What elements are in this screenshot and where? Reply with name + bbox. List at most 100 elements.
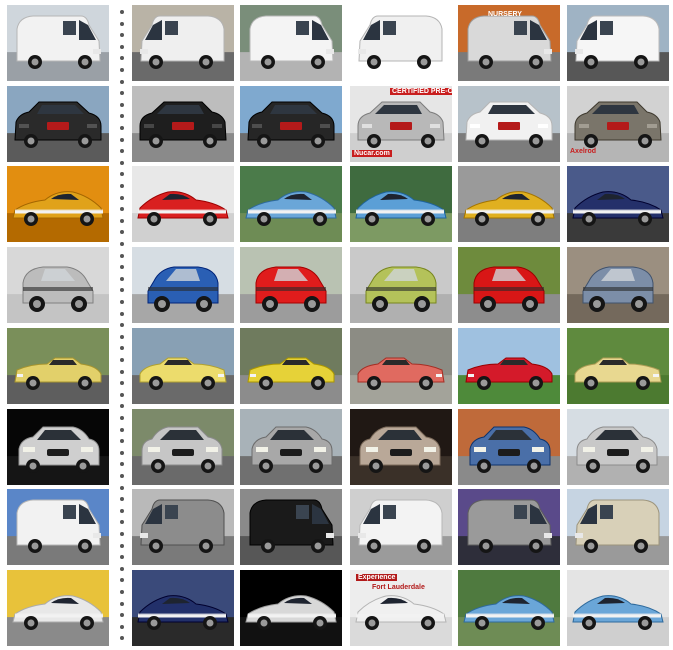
result-car-photo	[567, 570, 669, 646]
divider-dot	[120, 566, 124, 571]
divider-dot	[120, 56, 124, 61]
divider-dot	[120, 358, 124, 362]
result-car-photo	[458, 409, 560, 485]
query-car-photo	[7, 570, 109, 646]
retrieved-image[interactable]	[458, 86, 560, 162]
result-car-photo	[458, 86, 560, 162]
divider-dot	[120, 555, 124, 560]
retrieved-image[interactable]	[458, 247, 560, 323]
divider-dot	[120, 508, 124, 513]
query-image[interactable]	[7, 247, 109, 323]
divider-dot	[120, 578, 124, 583]
retrieved-image[interactable]: Nucar.com CERTIFIED PRE-OWNED	[350, 86, 452, 162]
retrieved-image[interactable]	[240, 489, 342, 565]
divider-dot	[120, 624, 124, 629]
retrieved-image[interactable]	[567, 328, 669, 404]
divider-dot	[120, 91, 124, 96]
query-image[interactable]	[7, 409, 109, 485]
result-car-photo	[240, 409, 342, 485]
retrieved-image[interactable]	[132, 5, 234, 81]
divider-dot	[120, 126, 124, 130]
query-image[interactable]	[7, 166, 109, 242]
divider-dot	[120, 450, 124, 455]
result-car-photo	[132, 328, 234, 404]
divider-dot	[120, 33, 124, 38]
divider-dot	[120, 543, 124, 548]
retrieved-image[interactable]	[567, 409, 669, 485]
retrieved-image[interactable]: Axelrod	[567, 86, 669, 162]
result-car-photo	[567, 489, 669, 565]
retrieved-image[interactable]	[350, 409, 452, 485]
query-image[interactable]	[7, 570, 109, 646]
result-row-mercedes-sprinter-van-2	[0, 489, 673, 569]
divider-dot	[120, 68, 124, 72]
retrieved-image[interactable]	[458, 570, 560, 646]
retrieved-image[interactable]: NURSERY	[458, 5, 560, 81]
retrieved-image[interactable]	[240, 409, 342, 485]
result-car-photo	[132, 86, 234, 162]
watermark-text: Nucar.com	[352, 150, 392, 157]
watermark-text: Experience	[356, 574, 398, 581]
query-image[interactable]	[7, 86, 109, 162]
retrieved-image[interactable]	[132, 409, 234, 485]
result-car-photo	[458, 489, 560, 565]
watermark-text: Fort Lauderdale	[372, 584, 425, 591]
query-divider	[119, 0, 125, 641]
divider-dot	[120, 369, 124, 374]
retrieved-image[interactable]	[132, 86, 234, 162]
retrieved-image[interactable]	[567, 166, 669, 242]
retrieved-image[interactable]	[350, 247, 452, 323]
retrieved-image[interactable]	[458, 328, 560, 404]
divider-dot	[120, 532, 124, 536]
divider-dot	[120, 311, 124, 316]
query-car-photo	[7, 166, 109, 242]
result-row-suzuki-swift-hatch	[0, 409, 673, 489]
retrieved-image[interactable]	[567, 570, 669, 646]
retrieved-image[interactable]	[567, 5, 669, 81]
divider-dot	[120, 114, 124, 119]
retrieved-image[interactable]	[132, 489, 234, 565]
result-car-photo	[567, 166, 669, 242]
watermark-text: CERTIFIED PRE-OWNED	[390, 88, 452, 95]
result-row-smart-fortwo-cabrio	[0, 247, 673, 327]
retrieved-image[interactable]	[240, 5, 342, 81]
result-car-photo	[240, 328, 342, 404]
retrieved-image[interactable]	[240, 86, 342, 162]
result-row-ford-gt-supercar	[0, 166, 673, 246]
retrieved-image[interactable]	[132, 247, 234, 323]
query-image[interactable]	[7, 489, 109, 565]
retrieved-image[interactable]	[458, 489, 560, 565]
retrieved-image[interactable]	[240, 570, 342, 646]
retrieved-image[interactable]	[350, 489, 452, 565]
result-row-gmc-terrain-suv: Nucar.com CERTIFIED PRE-OWNED Axelrod	[0, 86, 673, 166]
divider-dot	[120, 195, 124, 200]
divider-dot	[120, 207, 124, 212]
retrieved-image[interactable]	[350, 328, 452, 404]
result-car-photo	[240, 5, 342, 81]
query-image[interactable]	[7, 5, 109, 81]
retrieved-image[interactable]	[132, 166, 234, 242]
retrieved-image[interactable]	[567, 247, 669, 323]
retrieved-image[interactable]	[132, 328, 234, 404]
divider-dot	[120, 10, 124, 14]
result-car-photo	[132, 166, 234, 242]
retrieved-image[interactable]	[240, 328, 342, 404]
retrieved-image[interactable]	[350, 166, 452, 242]
retrieved-image[interactable]	[458, 409, 560, 485]
result-car-photo	[240, 166, 342, 242]
result-car-photo	[132, 570, 234, 646]
retrieved-image[interactable]	[350, 5, 452, 81]
divider-dot	[120, 265, 124, 270]
retrieved-image[interactable]	[132, 570, 234, 646]
divider-dot	[120, 613, 124, 618]
retrieved-image[interactable]	[567, 489, 669, 565]
retrieved-image[interactable]	[240, 247, 342, 323]
retrieved-image[interactable]	[458, 166, 560, 242]
retrieved-image[interactable]	[240, 166, 342, 242]
query-car-photo	[7, 409, 109, 485]
divider-dot	[120, 439, 124, 444]
divider-dot	[120, 601, 124, 606]
query-image[interactable]	[7, 328, 109, 404]
result-car-photo	[350, 5, 452, 81]
retrieved-image[interactable]: Experience Fort Lauderdale	[350, 570, 452, 646]
